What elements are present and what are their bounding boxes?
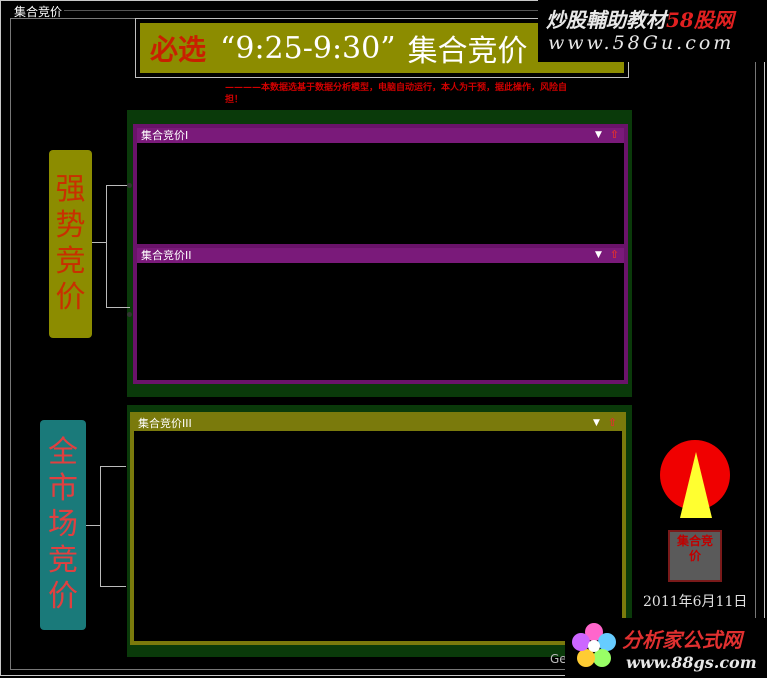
label-strong-auction: 强 势 竞 价: [49, 150, 92, 338]
connector-dot: [127, 183, 132, 188]
logo-triangle-icon: [680, 452, 712, 518]
connector-line: [100, 586, 126, 587]
connector-dot: [127, 312, 132, 317]
connector-line: [92, 242, 106, 243]
banner-prefix: 必选: [150, 33, 207, 66]
label-char: 强: [55, 172, 86, 207]
connector-line: [100, 466, 101, 586]
label-char: 竞: [55, 244, 86, 279]
label-char: 竞: [48, 543, 78, 578]
date-label: 2011年6月11日: [643, 594, 748, 610]
panel-header[interactable]: 集合竞价II ▼ ⇧: [137, 248, 624, 263]
watermark-bottom-url: www.88gs.com: [626, 653, 757, 672]
panel-header[interactable]: 集合竞价I ▼ ⇧: [137, 128, 624, 143]
watermark-top-url: www.58Gu.com: [548, 32, 735, 54]
maximize-icon[interactable]: ⇧: [609, 249, 620, 261]
label-char: 全: [48, 435, 78, 470]
label-char: 价: [55, 280, 86, 315]
maximize-icon[interactable]: ⇧: [609, 129, 620, 141]
panel-title: 集合竞价II: [141, 249, 192, 262]
label-char: 势: [55, 208, 86, 243]
banner-time-range: “9:25-9:30”: [220, 30, 396, 66]
connector-line: [100, 466, 126, 467]
banner-name: 集合竞价: [407, 34, 528, 69]
watermark-bottom-title: 分析家公式网: [622, 628, 742, 652]
watermark-top-line1: 炒股輔助教材58股网: [546, 8, 734, 32]
flower-logo-icon: [572, 623, 616, 667]
maximize-icon[interactable]: ⇧: [607, 417, 618, 429]
panel-auction-3[interactable]: 集合竞价III ▼ ⇧: [130, 412, 626, 645]
disclaimer-text: ————本数据选基于数据分析模型，电脑自动运行，本人为干预，据此操作，风险自担！: [225, 83, 568, 105]
seal-text: 集合竞价: [676, 534, 713, 563]
connector-line: [106, 185, 107, 307]
dropdown-icon[interactable]: ▼: [593, 249, 604, 261]
connector-line: [86, 525, 100, 526]
label-char: 场: [48, 507, 78, 542]
panel-title: 集合竞价III: [138, 417, 192, 430]
panel-auction-1[interactable]: 集合竞价I ▼ ⇧: [133, 124, 628, 249]
label-char: 市: [48, 471, 78, 506]
label-market-auction: 全 市 场 竞 价: [40, 420, 86, 630]
connector-line: [106, 307, 130, 308]
dropdown-icon[interactable]: ▼: [593, 129, 604, 141]
dropdown-icon[interactable]: ▼: [591, 417, 602, 429]
panel-auction-2[interactable]: 集合竞价II ▼ ⇧: [133, 244, 628, 384]
label-char: 价: [48, 579, 78, 614]
panel-header[interactable]: 集合竞价III ▼ ⇧: [134, 416, 622, 431]
panel-title: 集合竞价I: [141, 129, 189, 142]
